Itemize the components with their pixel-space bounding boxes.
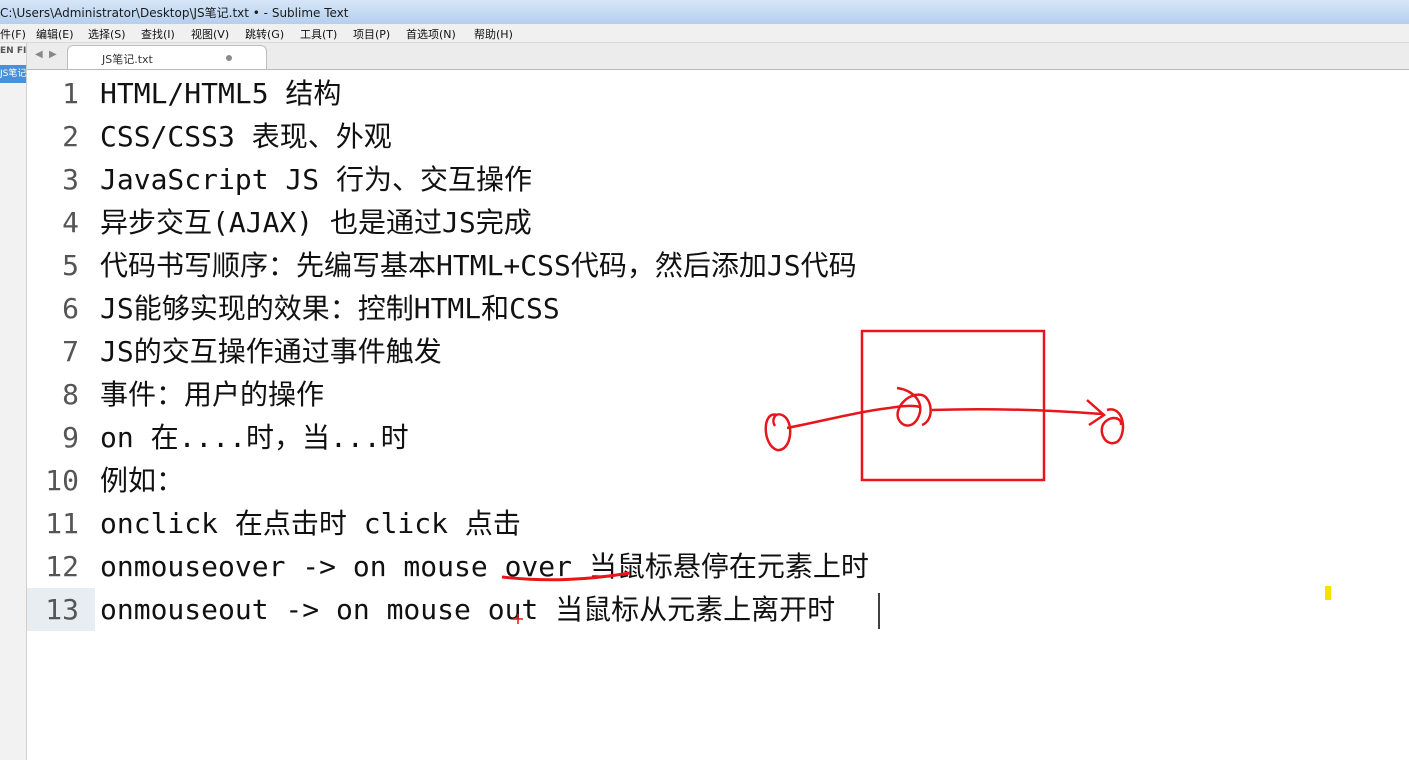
unsaved-dot-icon[interactable] <box>226 55 232 61</box>
sidebar-item-open-file[interactable]: JS笔记 <box>0 65 26 83</box>
annotation-arrow-out <box>931 399 1107 427</box>
menu-bar: 件(F) 编辑(E) 选择(S) 查找(I) 视图(V) 跳转(G) 工具(T)… <box>0 24 1409 43</box>
annotation-arrow-in <box>786 404 921 430</box>
annotation-underline <box>501 571 631 582</box>
annotation-left-circle <box>764 413 792 452</box>
menu-find[interactable]: 查找(I) <box>141 26 175 42</box>
highlight-marker <box>1325 586 1331 600</box>
sidebar-header: EN FI <box>0 46 27 56</box>
window-title: C:\Users\Administrator\Desktop\JS笔记.txt … <box>0 6 349 20</box>
tab-bar: ◀ ▶ JS笔记.txt <box>27 43 1409 70</box>
pen-annotations <box>501 329 1331 629</box>
menu-edit[interactable]: 编辑(E) <box>36 26 74 42</box>
menu-file[interactable]: 件(F) <box>0 26 26 42</box>
annotation-box <box>860 329 1046 482</box>
tab-scroll-right-icon[interactable]: ▶ <box>49 49 57 60</box>
tab-label: JS笔记.txt <box>102 53 153 66</box>
tab-js-notes[interactable]: JS笔记.txt <box>67 45 267 69</box>
menu-project[interactable]: 项目(P) <box>353 26 390 42</box>
menu-selection[interactable]: 选择(S) <box>88 26 126 42</box>
menu-preferences[interactable]: 首选项(N) <box>406 26 456 42</box>
menu-view[interactable]: 视图(V) <box>191 26 229 42</box>
title-bar: C:\Users\Administrator\Desktop\JS笔记.txt … <box>0 0 1409 25</box>
pen-cursor-icon <box>513 614 523 624</box>
menu-help[interactable]: 帮助(H) <box>474 26 513 42</box>
editor[interactable]: 1 2 3 4 5 6 7 8 9 10 11 12 13 HTML/HTML5 结构 CSS/CSS3 … <box>27 70 1409 760</box>
tab-scroll-left-icon[interactable]: ◀ <box>35 49 43 60</box>
menu-goto[interactable]: 跳转(G) <box>245 26 284 42</box>
sidebar: EN FI JS笔记 <box>0 43 27 760</box>
menu-tools[interactable]: 工具(T) <box>300 26 337 42</box>
